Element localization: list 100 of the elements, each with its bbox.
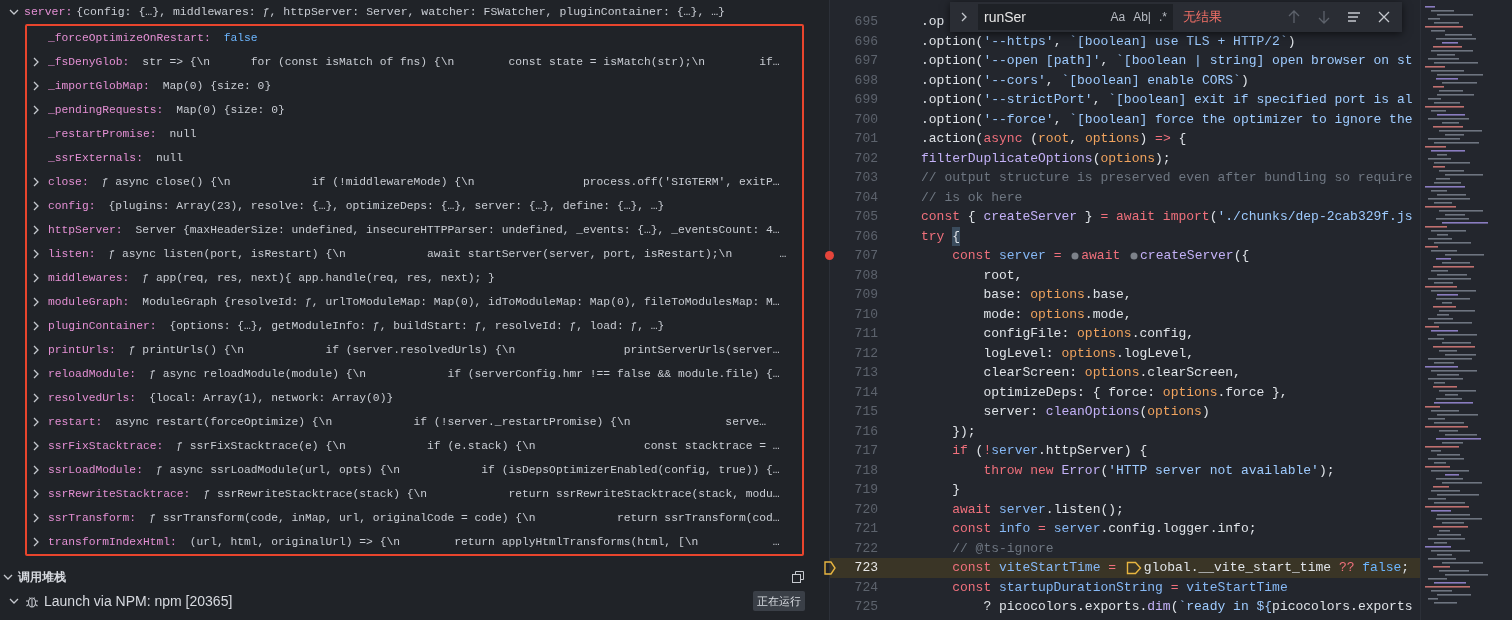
line-number: 723 [853, 559, 878, 577]
line-number: 717 [853, 442, 878, 460]
variable-name: _fsDenyGlob: [48, 54, 130, 70]
code-token: .force }, [1217, 383, 1288, 402]
code-token: ({ [1233, 247, 1250, 265]
line-number: 707 [853, 247, 878, 265]
code-token: .logLevel, [1116, 344, 1195, 363]
variable-name: server: [24, 4, 73, 21]
code-token: '--https' [983, 32, 1054, 51]
code-token: .listen(); [1045, 500, 1124, 519]
variable-name: transformIndexHtml: [48, 534, 177, 550]
code-token: try [921, 227, 946, 246]
line-number: 708 [853, 266, 878, 285]
variable-value: ƒ async close() {\n if (!middlewareMode) {\n process.off('SIGTERM', exitP… [101, 174, 780, 190]
code-token: .option( [921, 91, 984, 109]
find-option-toggle[interactable]: Aa [1108, 7, 1128, 27]
code-token: .clearScreen, [1139, 364, 1241, 382]
code-token: options [1084, 130, 1140, 148]
line-number: 709 [853, 286, 878, 304]
variable-name: _forceOptimizeOnRestart: [48, 30, 211, 46]
code-token: if [951, 442, 969, 460]
variable-name: restart: [48, 414, 103, 430]
line-number: 699 [853, 91, 878, 109]
code-token: .op [921, 13, 945, 31]
find-input[interactable]: runSer Aa Ab| .* [978, 4, 1173, 30]
variable-name: _restartPromise: [48, 126, 157, 142]
code-token: .action( [921, 130, 984, 148]
code-token: const [921, 208, 960, 226]
code-token: , [1069, 130, 1079, 148]
status-badge: 正在运行 [753, 590, 805, 612]
section-title: 调用堆栈 [18, 569, 66, 586]
code-token: .httpServer) { [1038, 442, 1148, 460]
code-token: await [951, 500, 993, 519]
variable-value: null [169, 126, 197, 142]
line-number: 705 [853, 208, 878, 226]
code-token: root, [982, 266, 1023, 285]
variable-value: ƒ async ssrLoadModule(url, opts) {\n if (isDepsOptimizerEnabled(config, true)) {… [155, 462, 780, 478]
code-token: ) [1201, 403, 1210, 421]
code-token: `[boolean] enable CORS` [1061, 71, 1241, 90]
variable-name: moduleGraph: [48, 294, 130, 310]
code-token: , [1092, 91, 1102, 109]
variable-value: str => {\n for (const isMatch of fns) {\n const state = isMatch(str);\n if… [142, 54, 780, 70]
find-option-toggle[interactable]: Ab| [1131, 7, 1153, 27]
code-token: createServer [1140, 247, 1234, 265]
line-number: 698 [853, 71, 878, 90]
code-token: ( [975, 442, 984, 460]
find-result: 无结果 [1183, 8, 1222, 27]
variable-value: {options: {…}, getModuleInfo: ƒ, buildStart: ƒ, resolveId: ƒ, load: ƒ, …} [169, 318, 665, 334]
line-number: 700 [853, 110, 878, 129]
code-token: dim [1147, 598, 1171, 616]
code-token: .option( [921, 52, 984, 70]
line-number: 711 [853, 325, 878, 343]
variable-value: ƒ async listen(port, isRestart) {\n await startServer(server, port, isRestart);\n … [108, 246, 787, 262]
find-option-toggle[interactable]: .* [1157, 7, 1169, 27]
code-token: }); [951, 422, 976, 441]
variable-value: ƒ async reloadModule(module) {\n if (serverConfig.hmr !== false && module.file) {… [149, 366, 780, 382]
line-number: 725 [853, 598, 878, 616]
variable-name: listen: [48, 246, 96, 262]
code-token: ( [1139, 403, 1148, 421]
variable-value: false [223, 30, 258, 46]
code-token: async [983, 130, 1023, 148]
code-token: optimizeDeps: { force: [982, 383, 1157, 402]
code-token: ) [1287, 32, 1296, 51]
code-token: options [1162, 383, 1218, 402]
code-token: = await import [1100, 208, 1210, 226]
code-token: `[boolean] use TLS + HTTP/2` [1069, 32, 1288, 51]
variable-name: _importGlobMap: [48, 78, 150, 94]
call-stack-session[interactable]: Launch via NPM: npm [20365] 正在运行 [0, 588, 829, 614]
code-token: false [1362, 559, 1402, 577]
line-number: 713 [853, 364, 878, 382]
code-token: throw new [982, 461, 1055, 480]
code-token: ( [1029, 130, 1039, 148]
code-token: ? picocolors.exports. [982, 598, 1148, 616]
variable-name: printUrls: [48, 342, 116, 358]
line-number: 712 [853, 344, 878, 363]
code-token: logLevel: [982, 344, 1055, 363]
variable-value: ƒ app(req, res, next){ app.handle(req, res, next); } [142, 270, 495, 286]
line-number: 695 [853, 13, 878, 31]
variable-value: ModuleGraph {resolveId: ƒ, urlToModuleMap: Map(0), idToModuleMap: Map(0), fileToModulesMap: M… [142, 294, 780, 310]
line-number: 697 [853, 52, 878, 70]
variable-value: {local: Array(1), network: Array(0)} [149, 390, 394, 406]
code-token: options [1061, 344, 1117, 363]
code-token: startupDurationString [999, 578, 1164, 597]
collapse-all-icon [791, 570, 805, 584]
code-token: cleanOptions [1045, 403, 1140, 421]
code-token: 'HTTP server not available' [1108, 461, 1319, 480]
code-token: .config.logger.info; [1100, 520, 1257, 538]
code-token: await [1081, 247, 1122, 265]
code-token: '--open [path]' [983, 52, 1101, 70]
code-token: const [951, 578, 993, 597]
variable-value: null [155, 150, 184, 166]
code-token: // @ts-ignore [951, 539, 1054, 558]
code-token: , [1053, 32, 1063, 51]
code-token: , [1100, 52, 1110, 70]
code-token: ( [1092, 149, 1101, 168]
code-token: } [1083, 208, 1094, 226]
line-number: 722 [853, 539, 878, 558]
line-number: 721 [853, 520, 878, 538]
code-token: const [951, 247, 993, 265]
code-token: '--cors' [983, 71, 1046, 90]
